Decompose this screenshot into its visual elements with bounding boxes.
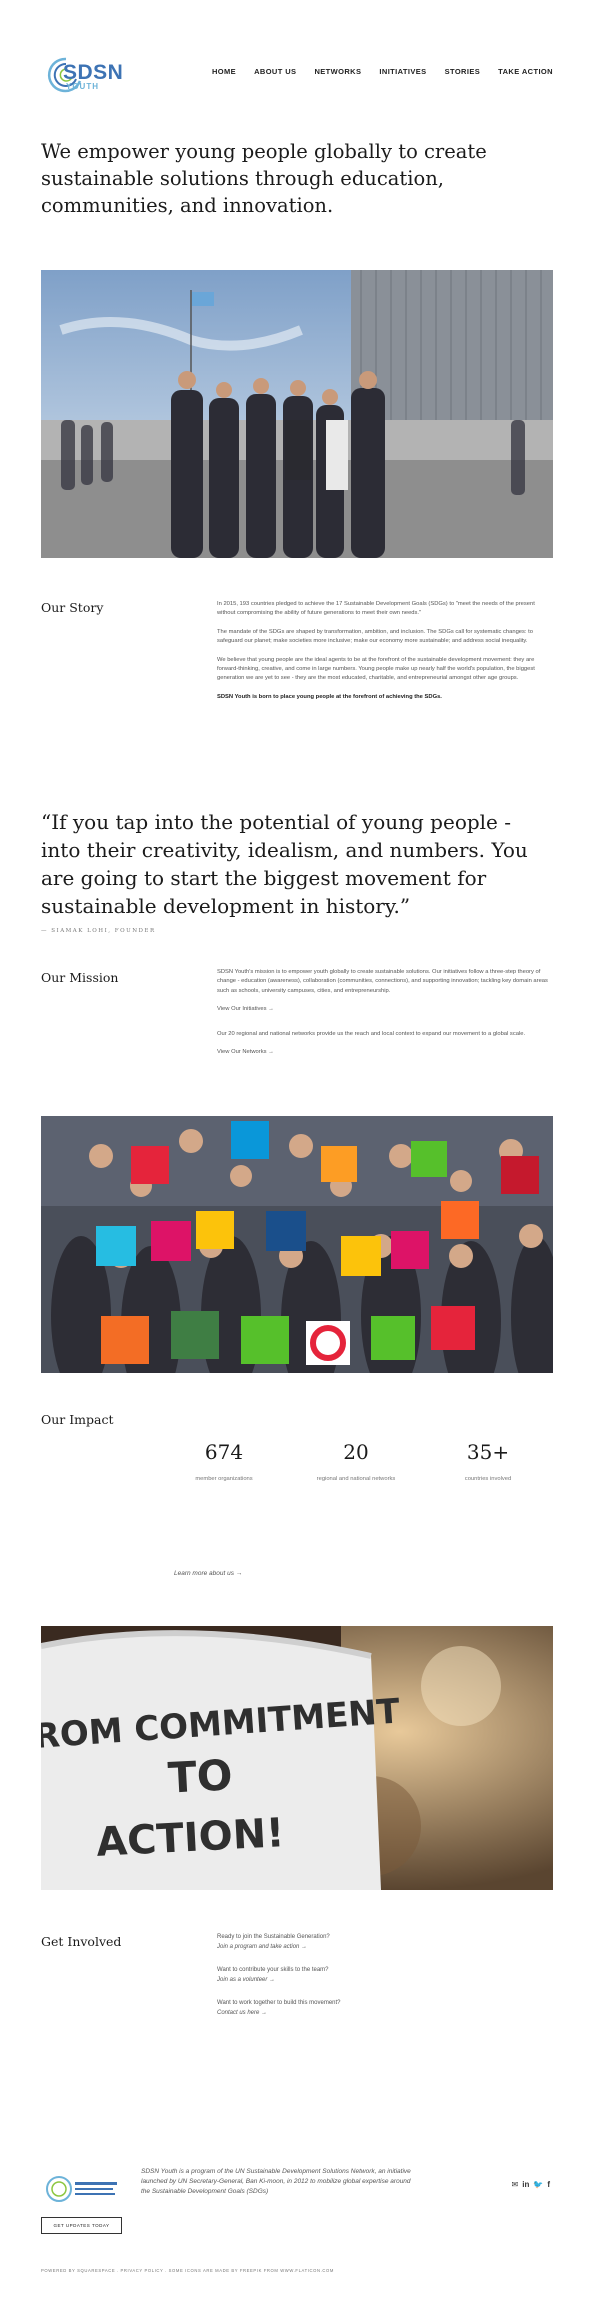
- footer-description: SDSN Youth is a program of the UN Sustai…: [141, 2168, 411, 2195]
- get-involved-item: Want to contribute your skills to the te…: [217, 1965, 552, 1985]
- site-header: SDSN YOUTH HOME ABOUT US NETWORKS INITIA…: [41, 55, 553, 95]
- contact-us-link[interactable]: Contact us here →: [217, 2008, 552, 2018]
- nav-networks[interactable]: NETWORKS: [314, 67, 361, 76]
- get-involved-body: Ready to join the Sustainable Generation…: [217, 1932, 552, 2031]
- join-volunteer-link[interactable]: Join as a volunteer →: [217, 1975, 552, 1985]
- get-involved-question: Want to work together to build this move…: [217, 2000, 341, 2006]
- mission-paragraph-2: Our 20 regional and national networks pr…: [217, 1030, 526, 1037]
- story-paragraph-4: SDSN Youth is born to place young people…: [217, 693, 442, 700]
- newsletter-signup-button[interactable]: GET UPDATES TODAY: [41, 2217, 122, 2234]
- shirt-text-line-3: ACTION!: [95, 1810, 285, 1866]
- quote-attribution: — SIAMAK LOHI, FOUNDER: [41, 928, 156, 934]
- join-program-link[interactable]: Join a program and take action →: [217, 1942, 552, 1952]
- story-paragraph-2: The mandate of the SDGs are shaped by tr…: [217, 628, 533, 645]
- our-mission-body: SDSN Youth's mission is to empower youth…: [217, 968, 552, 1072]
- view-initiatives-link[interactable]: View Our Initiatives →: [217, 1005, 552, 1014]
- footer-credits: POWERED BY SQUARESPACE . PRIVACY POLICY …: [41, 2268, 334, 2273]
- story-paragraph-3: We believe that young people are the ide…: [217, 656, 535, 682]
- learn-more-link[interactable]: Learn more about us →: [174, 1570, 242, 1577]
- stat-member-organizations: 674 member organizations: [158, 1440, 290, 1482]
- get-involved-question: Want to contribute your skills to the te…: [217, 1967, 329, 1973]
- stat-networks: 20 regional and national networks: [290, 1440, 422, 1482]
- story-paragraph-1: In 2015, 193 countries pledged to achiev…: [217, 601, 535, 617]
- sdg-group-photo: [41, 1116, 553, 1373]
- facebook-icon[interactable]: f: [547, 2180, 550, 2189]
- social-links: ✉ in 🐦 f: [512, 2180, 550, 2189]
- nav-take-action[interactable]: TAKE ACTION: [498, 67, 553, 76]
- view-networks-link[interactable]: View Our Networks →: [217, 1048, 552, 1057]
- stat-number: 35+: [466, 1440, 510, 1464]
- mail-icon[interactable]: ✉: [512, 2180, 519, 2189]
- stat-number: 674: [204, 1440, 244, 1464]
- commitment-action-photo-image: FROM COMMITMENT TO ACTION!: [41, 1626, 553, 1890]
- get-involved-title: Get Involved: [41, 1934, 122, 1949]
- stat-label: countries involved: [464, 1476, 512, 1482]
- mission-paragraph-1: SDSN Youth's mission is to empower youth…: [217, 969, 548, 994]
- stat-label: member organizations: [195, 1476, 253, 1482]
- nav-home[interactable]: HOME: [212, 67, 236, 76]
- shirt-text-line-2: TO: [167, 1750, 234, 1802]
- get-involved-item: Want to work together to build this move…: [217, 1998, 552, 2018]
- sdsn-network-logo-icon: [46, 2176, 117, 2202]
- stat-label: regional and national networks: [316, 1476, 396, 1482]
- sdg-group-photo-image: [41, 1116, 553, 1373]
- our-story-title: Our Story: [41, 600, 104, 615]
- logo-subtext: YOUTH: [66, 82, 99, 91]
- stat-countries: 35+ countries involved: [422, 1440, 554, 1482]
- hero-headline: We empower young people globally to crea…: [41, 140, 487, 217]
- nav-initiatives[interactable]: INITIATIVES: [379, 67, 426, 76]
- founder-quote: “If you tap into the potential of young …: [41, 810, 528, 918]
- our-mission-title: Our Mission: [41, 970, 119, 985]
- sdsn-footer-logo[interactable]: [45, 2172, 120, 2206]
- commitment-action-photo: FROM COMMITMENT TO ACTION!: [41, 1626, 553, 1890]
- nav-about-us[interactable]: ABOUT US: [254, 67, 296, 76]
- our-story-body: In 2015, 193 countries pledged to achiev…: [217, 600, 552, 711]
- un-group-photo-image: [41, 270, 553, 558]
- linkedin-icon[interactable]: in: [522, 2180, 529, 2189]
- get-involved-item: Ready to join the Sustainable Generation…: [217, 1932, 552, 1952]
- our-impact-title: Our Impact: [41, 1412, 114, 1427]
- twitter-icon[interactable]: 🐦: [533, 2180, 543, 2189]
- get-involved-question: Ready to join the Sustainable Generation…: [217, 1934, 330, 1940]
- un-group-photo: [41, 270, 553, 558]
- stat-number: 20: [343, 1440, 369, 1464]
- sdsn-youth-logo[interactable]: SDSN YOUTH: [46, 55, 136, 95]
- nav-stories[interactable]: STORIES: [445, 67, 481, 76]
- main-nav: HOME ABOUT US NETWORKS INITIATIVES STORI…: [212, 67, 553, 76]
